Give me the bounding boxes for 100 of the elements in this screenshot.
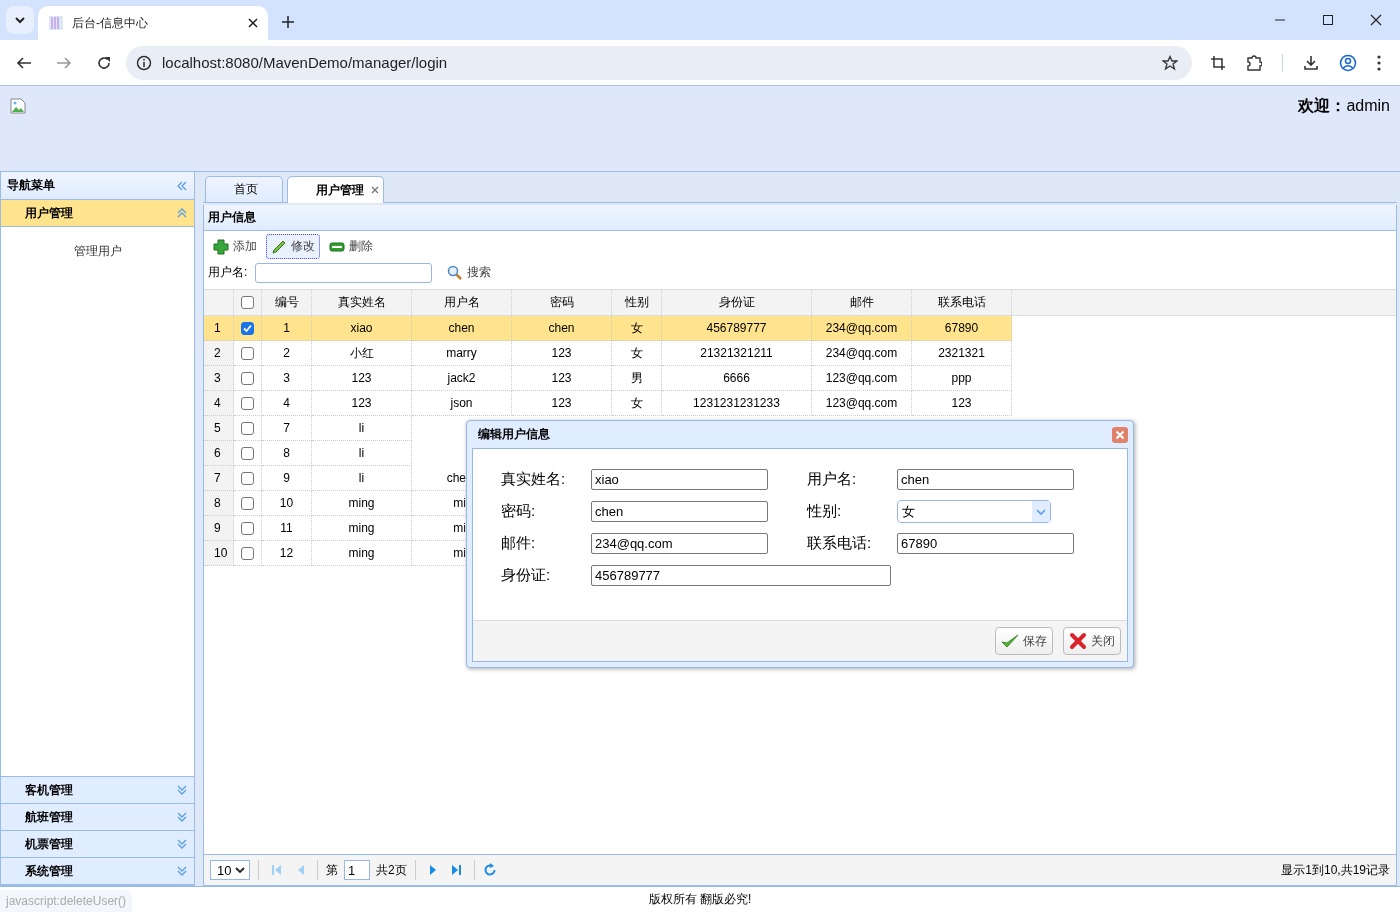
delete-button[interactable]: 删除 bbox=[324, 234, 378, 259]
row-number: 10 bbox=[204, 541, 234, 566]
favicon-icon bbox=[48, 15, 64, 31]
dialog-title: 编辑用户信息 bbox=[478, 426, 550, 443]
row-checkbox[interactable] bbox=[241, 396, 254, 410]
select-all-checkbox[interactable] bbox=[241, 296, 254, 309]
nav-panel-header[interactable]: 航班管理 bbox=[1, 804, 194, 831]
welcome-text: 欢迎：admin bbox=[1298, 96, 1390, 116]
crop-icon[interactable] bbox=[1210, 54, 1226, 71]
browser-tab[interactable]: 后台-信息中心 bbox=[38, 6, 268, 40]
tab[interactable]: 首页 bbox=[205, 176, 283, 202]
checkmark-icon bbox=[1001, 633, 1019, 649]
edit-button[interactable]: 修改 bbox=[266, 234, 320, 259]
row-checkbox[interactable] bbox=[241, 371, 254, 385]
input-field[interactable]: chen bbox=[897, 469, 1074, 490]
back-icon[interactable] bbox=[16, 54, 32, 71]
row-checkbox[interactable] bbox=[241, 471, 254, 485]
table-cell: ppp bbox=[912, 366, 1012, 391]
row-checkbox[interactable] bbox=[241, 421, 254, 435]
row-checkbox[interactable] bbox=[241, 446, 254, 460]
table-cell: 女 bbox=[612, 316, 662, 341]
menu-icon[interactable] bbox=[1377, 54, 1381, 71]
column-header[interactable]: 用户名 bbox=[412, 290, 512, 315]
forward-icon[interactable] bbox=[56, 54, 72, 71]
table-cell: ming bbox=[312, 491, 412, 516]
tab[interactable]: 用户管理 bbox=[287, 176, 384, 203]
status-url: javascript:deleteUser() bbox=[0, 890, 133, 912]
input-field[interactable]: 234@qq.com bbox=[591, 533, 768, 554]
caret-icon bbox=[14, 14, 26, 26]
table-cell: 234@qq.com bbox=[812, 316, 912, 341]
table-cell: 8 bbox=[262, 441, 312, 466]
table-cell: 456789777 bbox=[662, 316, 812, 341]
search-button[interactable]: 搜索 bbox=[442, 260, 497, 285]
nav-panel-header[interactable]: 机票管理 bbox=[1, 831, 194, 858]
address-bar[interactable]: localhost:8080/MavenDemo/manager/login bbox=[126, 45, 1192, 80]
close-button[interactable]: 关闭 bbox=[1063, 627, 1121, 655]
page-size-select[interactable]: 10 bbox=[210, 860, 250, 880]
caret-icon bbox=[1036, 507, 1046, 516]
refresh-icon[interactable] bbox=[482, 863, 497, 877]
expand-icon[interactable] bbox=[176, 865, 188, 877]
nav-panel-header[interactable]: 客机管理 bbox=[1, 777, 194, 804]
input-field[interactable]: xiao bbox=[591, 469, 768, 490]
reload-icon[interactable] bbox=[96, 54, 112, 71]
save-button[interactable]: 保存 bbox=[995, 627, 1053, 655]
collapse-icon[interactable] bbox=[176, 179, 188, 192]
table-cell: 123 bbox=[912, 391, 1012, 416]
column-header[interactable]: 性别 bbox=[612, 290, 662, 315]
table-cell: 123@qq.com bbox=[812, 391, 912, 416]
collapse-icon[interactable] bbox=[176, 207, 188, 219]
input-field[interactable]: 67890 bbox=[897, 533, 1074, 554]
table-cell: 2 bbox=[262, 341, 312, 366]
table-cell: li bbox=[312, 441, 412, 466]
nav-title: 导航菜单 bbox=[7, 177, 55, 194]
row-number: 8 bbox=[204, 491, 234, 516]
row-checkbox[interactable] bbox=[241, 496, 254, 510]
table-cell: 67890 bbox=[912, 316, 1012, 341]
table-cell: 234@qq.com bbox=[812, 341, 912, 366]
field-label: 密码: bbox=[501, 502, 537, 521]
column-header[interactable]: 邮件 bbox=[812, 290, 912, 315]
close-icon[interactable] bbox=[1370, 14, 1382, 26]
table-cell: 男 bbox=[612, 366, 662, 391]
download-icon[interactable] bbox=[1303, 54, 1319, 71]
pencil-icon bbox=[271, 238, 287, 255]
table-cell: 123 bbox=[512, 391, 612, 416]
new-tab-icon[interactable] bbox=[282, 16, 294, 28]
search-field[interactable] bbox=[255, 262, 433, 283]
info-icon[interactable] bbox=[136, 54, 152, 71]
row-checkbox[interactable] bbox=[241, 346, 254, 360]
column-header[interactable]: 联系电话 bbox=[912, 290, 1012, 315]
table-cell: li bbox=[312, 416, 412, 441]
row-checkbox[interactable] bbox=[241, 521, 254, 535]
puzzle-icon[interactable] bbox=[1246, 54, 1262, 71]
column-header[interactable]: 真实姓名 bbox=[312, 290, 412, 315]
expand-icon[interactable] bbox=[176, 784, 188, 796]
select-field[interactable]: 女 bbox=[897, 500, 1051, 523]
close-button[interactable] bbox=[1112, 426, 1128, 443]
expand-icon[interactable] bbox=[176, 838, 188, 850]
row-checkbox[interactable] bbox=[241, 321, 254, 335]
table-cell: 1 bbox=[262, 316, 312, 341]
tab-search-button[interactable] bbox=[6, 6, 34, 34]
close-icon[interactable] bbox=[248, 18, 258, 28]
page-number-field[interactable]: 1 bbox=[344, 860, 370, 880]
search-icon bbox=[447, 264, 464, 281]
column-header[interactable]: 身份证 bbox=[662, 290, 812, 315]
expand-icon[interactable] bbox=[176, 811, 188, 823]
star-icon[interactable] bbox=[1162, 54, 1178, 71]
nav-link[interactable]: 管理用户 bbox=[73, 241, 122, 262]
input-field[interactable]: chen bbox=[591, 501, 768, 522]
add-button[interactable]: 添加 bbox=[208, 234, 262, 259]
table-cell: marry bbox=[412, 341, 512, 366]
nav-panel-header[interactable]: 系统管理 bbox=[1, 858, 194, 885]
column-header[interactable]: 密码 bbox=[512, 290, 612, 315]
column-header[interactable]: 编号 bbox=[262, 290, 312, 315]
table-cell: 123 bbox=[312, 366, 412, 391]
table-cell: 4 bbox=[262, 391, 312, 416]
nav-panel-header[interactable]: 用户管理 bbox=[1, 200, 194, 227]
input-field[interactable]: 456789777 bbox=[591, 565, 891, 586]
maximize-icon[interactable] bbox=[1322, 14, 1334, 26]
row-checkbox[interactable] bbox=[241, 546, 254, 560]
profile-icon[interactable] bbox=[1339, 53, 1357, 72]
